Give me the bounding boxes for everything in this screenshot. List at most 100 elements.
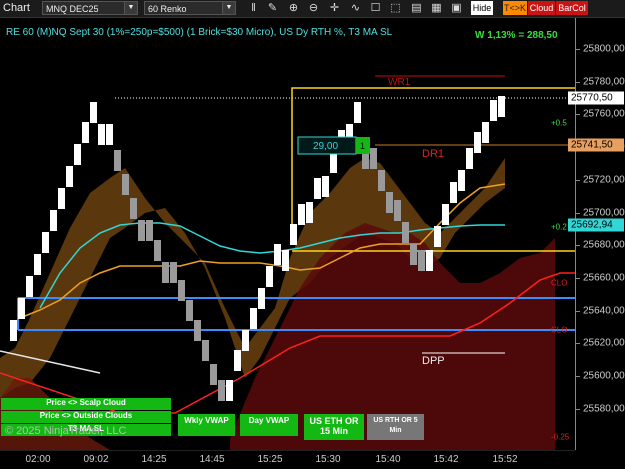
cyan-ma-price-tag: 25692,94	[568, 218, 624, 232]
renko-brick-up	[498, 96, 505, 117]
renko-brick-up	[74, 144, 81, 165]
last-price-tag: 25770,50	[568, 91, 624, 105]
renko-brick-up	[458, 170, 465, 191]
renko-brick-up	[26, 276, 33, 297]
renko-brick-up	[10, 320, 17, 341]
hide-button[interactable]: Hide	[471, 1, 493, 15]
renko-brick-up	[330, 152, 337, 173]
zoom-out-icon[interactable]: ⊖	[306, 1, 321, 15]
renko-chart-canvas[interactable]: 29,00 1 WR1 DR1 DPP	[0, 18, 575, 450]
dpp-label: DPP	[422, 355, 445, 367]
renko-brick-down	[146, 220, 153, 241]
bars-icon[interactable]: ǁ	[246, 1, 261, 15]
time-axis-label: 15:40	[375, 454, 401, 465]
time-axis-label: 02:00	[25, 454, 51, 465]
instrument-selector[interactable]: MNQ DEC25 ▼	[42, 1, 138, 15]
time-axis-label: 15:25	[257, 454, 283, 465]
bar-type-label: 60 Renko	[148, 4, 187, 14]
wkly-vwap-button[interactable]: Wkly VWAP	[178, 414, 235, 436]
renko-brick-up	[18, 298, 25, 319]
chart-description: RE 60 (M)NQ Sept 30 (1%=250p=$500) (1 Br…	[6, 27, 393, 38]
tk-button[interactable]: T<>K	[503, 1, 527, 15]
renko-brick-down	[186, 300, 193, 321]
renko-brick-up	[298, 204, 305, 225]
renko-brick-up	[242, 330, 249, 351]
renko-brick-up	[474, 132, 481, 153]
barcol-button[interactable]: BarCol	[556, 1, 588, 15]
chevron-down-icon: ▼	[222, 2, 235, 14]
renko-brick-up	[442, 204, 449, 225]
renko-brick-up	[274, 244, 281, 265]
us-eth-or-button[interactable]: US ETH OR 15 Min	[304, 414, 364, 440]
us-rth-or-button[interactable]: US RTH OR 5 Min	[367, 414, 424, 440]
price-axis-label: 25600,00	[583, 370, 625, 382]
properties-icon[interactable]: ▤	[409, 1, 424, 15]
renko-brick-down	[178, 280, 185, 301]
price-axis-label: 25680,00	[583, 239, 625, 251]
price-axis-label: 25580,00	[583, 403, 625, 415]
renko-brick-up	[42, 232, 49, 253]
window-title: Chart	[3, 2, 30, 14]
bar-type-selector[interactable]: 60 Renko ▼	[144, 1, 236, 15]
level-minus025: -0.25	[551, 432, 570, 442]
renko-brick-down	[170, 262, 177, 283]
indicators-icon[interactable]: ∿	[348, 1, 363, 15]
renko-brick-up	[250, 308, 257, 329]
renko-brick-down	[370, 148, 377, 169]
renko-brick-down	[378, 170, 385, 191]
measure-box-count: 1	[360, 141, 365, 151]
renko-brick-up	[434, 226, 441, 247]
renko-brick-up	[426, 250, 433, 271]
renko-brick-up	[354, 102, 361, 123]
level-plus05: +0.5	[551, 118, 567, 128]
price-axis-label: 25640,00	[583, 305, 625, 317]
renko-brick-up	[226, 380, 233, 401]
time-axis[interactable]: 02:00 09:02 14:25 14:45 15:25 15:30 15:40 15:42…	[0, 450, 575, 469]
day-vwap-button[interactable]: Day VWAP	[240, 414, 298, 436]
renko-brick-up	[314, 178, 321, 199]
price-axis-label: 25700,00	[583, 207, 625, 218]
price-axis-label: 25620,00	[583, 337, 625, 349]
win-percent-text: W 1,13% = 288,50	[475, 30, 558, 41]
renko-brick-up	[90, 102, 97, 123]
renko-brick-up	[258, 288, 265, 309]
renko-brick-up	[58, 188, 65, 209]
level-plus025: +0.2	[551, 222, 567, 232]
crosshair-icon[interactable]: ✛	[327, 1, 342, 15]
chart-trader-icon[interactable]: ⬚	[388, 1, 403, 15]
measure-box-value: 29,00	[313, 141, 338, 152]
renko-brick-up	[282, 250, 289, 271]
renko-brick-up	[290, 224, 297, 245]
templates-icon[interactable]: ▣	[449, 1, 464, 15]
renko-brick-down	[154, 240, 161, 261]
renko-brick-down	[218, 380, 225, 401]
strategy-icon[interactable]: ☐	[368, 1, 383, 15]
renko-brick-down	[138, 220, 145, 241]
renko-brick-up	[482, 122, 489, 143]
outside-clouds-button[interactable]: Price <> Outside Clouds	[1, 411, 171, 423]
renko-brick-up	[266, 266, 273, 287]
price-axis-label: 25660,00	[583, 272, 625, 284]
dr1-label: DR1	[422, 148, 444, 160]
renko-brick-down	[130, 198, 137, 219]
cloud-button[interactable]: Cloud	[528, 1, 555, 15]
time-axis-label: 15:30	[315, 454, 341, 465]
draw-tool-icon[interactable]: ✎	[265, 1, 280, 15]
level-clo-1: CLO	[551, 278, 568, 288]
renko-brick-up	[466, 148, 473, 169]
renko-brick-up	[82, 122, 89, 143]
zoom-in-icon[interactable]: ⊕	[286, 1, 301, 15]
chevron-down-icon: ▼	[124, 2, 137, 14]
renko-brick-up	[34, 254, 41, 275]
renko-brick-down	[210, 364, 217, 385]
scalp-cloud-button[interactable]: Price <> Scalp Cloud	[1, 398, 171, 410]
renko-brick-down	[194, 320, 201, 341]
price-axis-label: 25760,00	[583, 108, 625, 120]
renko-brick-down	[122, 174, 129, 195]
renko-brick-up	[66, 166, 73, 187]
instrument-label: MNQ DEC25	[46, 4, 99, 14]
price-axis-label: 25780,00	[583, 76, 625, 88]
renko-brick-up	[50, 210, 57, 231]
data-box-icon[interactable]: ▦	[429, 1, 444, 15]
time-axis-label: 15:52	[492, 454, 518, 465]
